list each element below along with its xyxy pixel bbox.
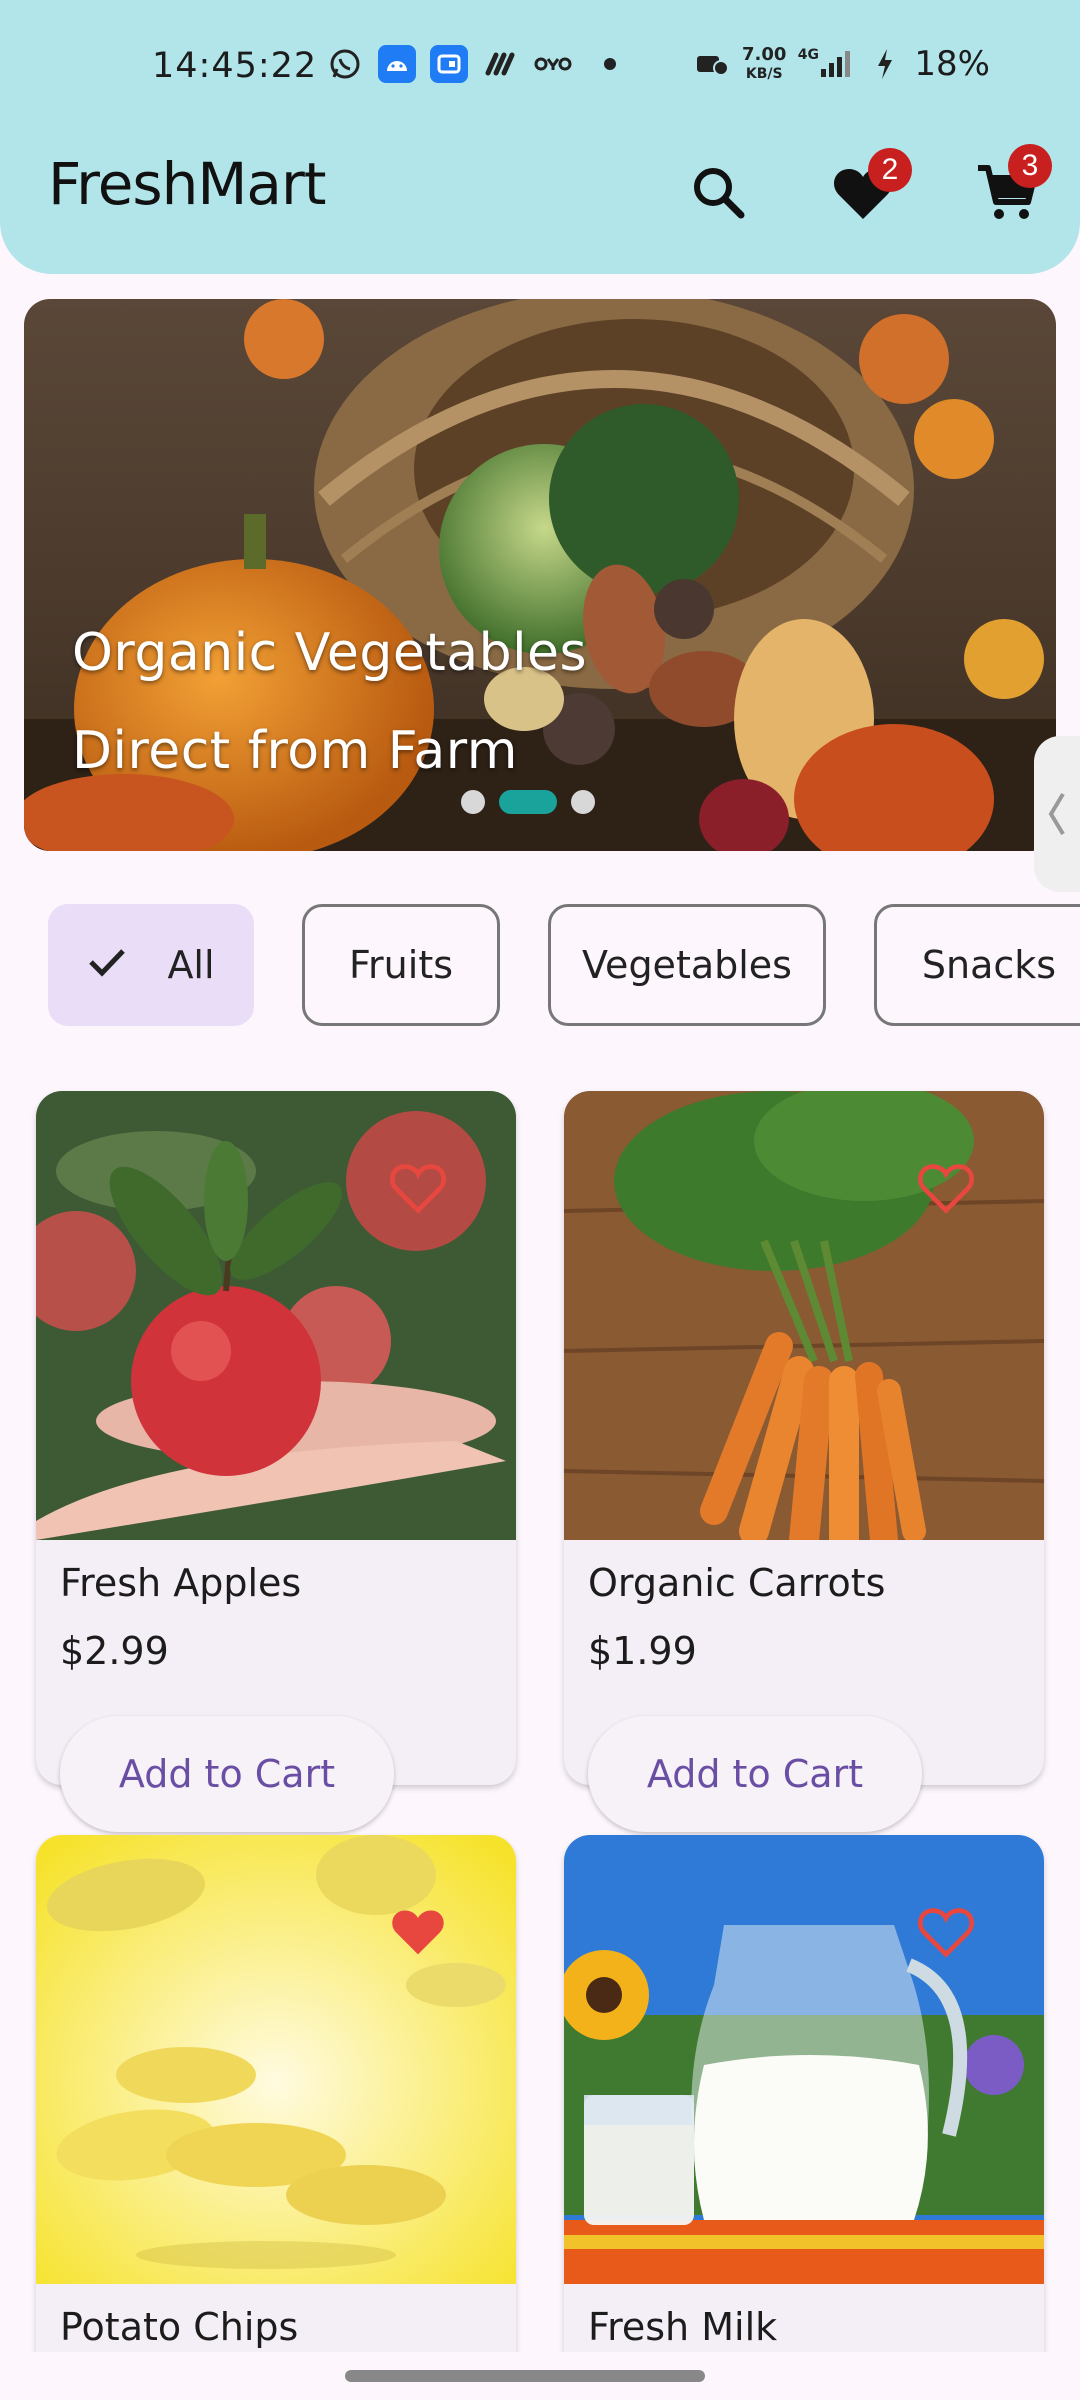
chevron-left-icon <box>1048 792 1065 836</box>
product-name: Fresh Apples <box>60 1561 302 1605</box>
chip-label: Snacks <box>921 943 1057 987</box>
carousel-indicator <box>461 790 595 814</box>
signal-4g-icon: 4G <box>796 45 856 83</box>
carousel-dot-active[interactable] <box>499 790 557 814</box>
more-notifications-icon <box>604 58 616 70</box>
status-bar: 14:45:22 7.00 KB/S 4G 18% <box>0 0 1080 136</box>
hd-voice-icon <box>694 45 732 83</box>
chip-all[interactable]: All <box>48 904 254 1026</box>
heart-filled-icon <box>392 1910 444 1955</box>
chip-vegetables[interactable]: Vegetables <box>548 904 826 1026</box>
network-type: 4G <box>797 47 820 63</box>
chip-fruits[interactable]: Fruits <box>302 904 500 1026</box>
net-speed: 7.00 KB/S <box>742 43 787 83</box>
product-price: $1.99 <box>588 1629 697 1673</box>
product-name: Potato Chips <box>60 2305 299 2349</box>
chip-label: All <box>167 943 215 987</box>
cart-badge: 3 <box>1008 144 1052 188</box>
banner-line-1: Organic Vegetables <box>72 623 588 683</box>
battery-percentage: 18% <box>914 44 990 84</box>
banner-line-2: Direct from Farm <box>72 721 518 781</box>
promo-banner[interactable]: Organic Vegetables Direct from Farm <box>24 299 1056 851</box>
check-icon <box>87 942 127 988</box>
search-icon <box>694 168 745 219</box>
wishlist-badge: 2 <box>868 148 912 192</box>
app-header: 14:45:22 7.00 KB/S 4G 18% FreshMart 2 3 <box>0 0 1080 274</box>
product-card-carrots[interactable]: Organic Carrots $1.99 <box>564 1091 1044 1785</box>
product-price: $2.99 <box>60 1629 169 1673</box>
chip-label: Fruits <box>348 943 454 987</box>
favorite-button[interactable] <box>383 1897 453 1967</box>
product-card-chips[interactable]: Potato Chips <box>36 1835 516 2400</box>
chip-label: Vegetables <box>582 943 792 987</box>
favorite-button[interactable] <box>383 1153 453 1223</box>
android-icon <box>378 45 416 83</box>
banner-headline: Organic Vegetables Direct from Farm <box>72 604 587 800</box>
chip-snacks[interactable]: Snacks <box>874 904 1080 1026</box>
oyo-icon <box>534 45 572 83</box>
product-card-apples[interactable]: Fresh Apples $2.99 <box>36 1091 516 1785</box>
product-name: Organic Carrots <box>588 1561 886 1605</box>
payment-app-icon <box>482 45 520 83</box>
heart-outline-icon <box>917 1164 975 1214</box>
cart-button[interactable]: 3 <box>962 144 1052 238</box>
whatsapp-icon <box>326 45 364 83</box>
system-icons: 7.00 KB/S 4G 18% <box>694 44 990 84</box>
heart-outline-icon <box>917 1908 975 1958</box>
carousel-dot[interactable] <box>461 790 485 814</box>
app-notification-icon <box>430 45 468 83</box>
search-button[interactable] <box>674 148 764 238</box>
add-to-cart-button[interactable]: Add to Cart <box>60 1716 394 1832</box>
carousel-dot[interactable] <box>571 790 595 814</box>
favorite-button[interactable] <box>911 1897 981 1967</box>
status-time: 14:45:22 <box>152 46 318 86</box>
edge-panel-handle[interactable] <box>1034 736 1080 892</box>
add-to-cart-button[interactable]: Add to Cart <box>588 1716 922 1832</box>
product-name: Fresh Milk <box>588 2305 778 2349</box>
wishlist-button[interactable]: 2 <box>818 148 912 238</box>
net-speed-unit: KB/S <box>745 65 783 82</box>
product-card-milk[interactable]: Fresh Milk <box>564 1835 1044 2400</box>
net-speed-value: 7.00 <box>742 43 787 65</box>
heart-outline-icon <box>389 1164 447 1214</box>
favorite-button[interactable] <box>911 1153 981 1223</box>
notification-icons <box>326 45 616 83</box>
app-title: FreshMart <box>48 150 327 218</box>
home-indicator[interactable] <box>345 2370 705 2382</box>
charging-icon <box>866 45 904 83</box>
